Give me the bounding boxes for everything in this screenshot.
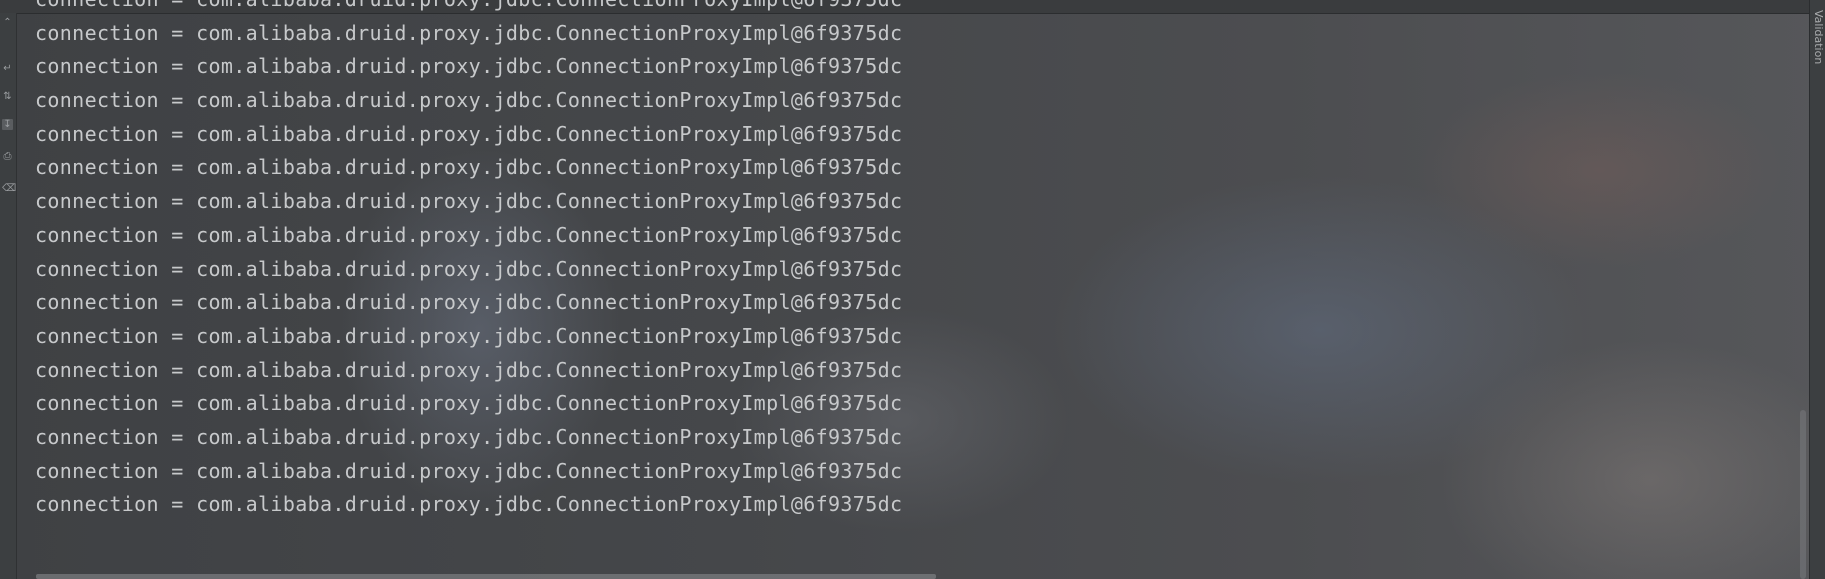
- console-line: connection = com.alibaba.druid.proxy.jdb…: [35, 189, 903, 214]
- console-line: connection = com.alibaba.druid.proxy.jdb…: [35, 121, 903, 146]
- console-line: connection = com.alibaba.druid.proxy.jdb…: [35, 0, 902, 17]
- console-line: connection = com.alibaba.druid.proxy.jdb…: [35, 357, 903, 382]
- horizontal-scroll-thumb[interactable]: [36, 574, 936, 579]
- console-line: connection = com.alibaba.druid.proxy.jdb…: [35, 222, 903, 247]
- soft-wrap-icon[interactable]: ⇅: [2, 91, 13, 102]
- console-line: connection = com.alibaba.druid.proxy.jdb…: [35, 492, 903, 517]
- console-line: connection = com.alibaba.druid.proxy.jdb…: [35, 54, 903, 79]
- wrap-icon[interactable]: ↵: [2, 63, 13, 74]
- console-line: connection = com.alibaba.druid.proxy.jdb…: [35, 290, 903, 315]
- console-line: connection = com.alibaba.druid.proxy.jdb…: [35, 458, 903, 483]
- console-line-list: connection = com.alibaba.druid.proxy.jdb…: [35, 0, 902, 522]
- console-line: connection = com.alibaba.druid.proxy.jdb…: [35, 20, 903, 45]
- console-line: connection = com.alibaba.druid.proxy.jdb…: [35, 88, 903, 113]
- console-line: connection = com.alibaba.druid.proxy.jdb…: [35, 155, 903, 180]
- console-line: connection = com.alibaba.druid.proxy.jdb…: [35, 256, 903, 281]
- console-line: connection = com.alibaba.druid.proxy.jdb…: [35, 323, 903, 348]
- console-line: connection = com.alibaba.druid.proxy.jdb…: [35, 391, 903, 416]
- side-tab-validation[interactable]: Validation: [1811, 10, 1825, 90]
- console-toolbar: ⌃ ↵ ⇅ ↧ ⎙ ⌫: [0, 13, 17, 579]
- trash-icon[interactable]: ⌫: [2, 183, 16, 194]
- console-output[interactable]: connection = com.alibaba.druid.proxy.jdb…: [17, 0, 1799, 579]
- vertical-scroll-thumb[interactable]: [1800, 410, 1806, 579]
- console-line: connection = com.alibaba.druid.proxy.jdb…: [35, 424, 903, 449]
- print-icon[interactable]: ⎙: [2, 151, 13, 162]
- scroll-to-end-icon[interactable]: ↧: [2, 119, 13, 130]
- ide-console-window: ⌃ ↵ ⇅ ↧ ⎙ ⌫ connection = com.alibaba.dru…: [0, 0, 1825, 579]
- up-arrow-icon[interactable]: ⌃: [2, 17, 13, 28]
